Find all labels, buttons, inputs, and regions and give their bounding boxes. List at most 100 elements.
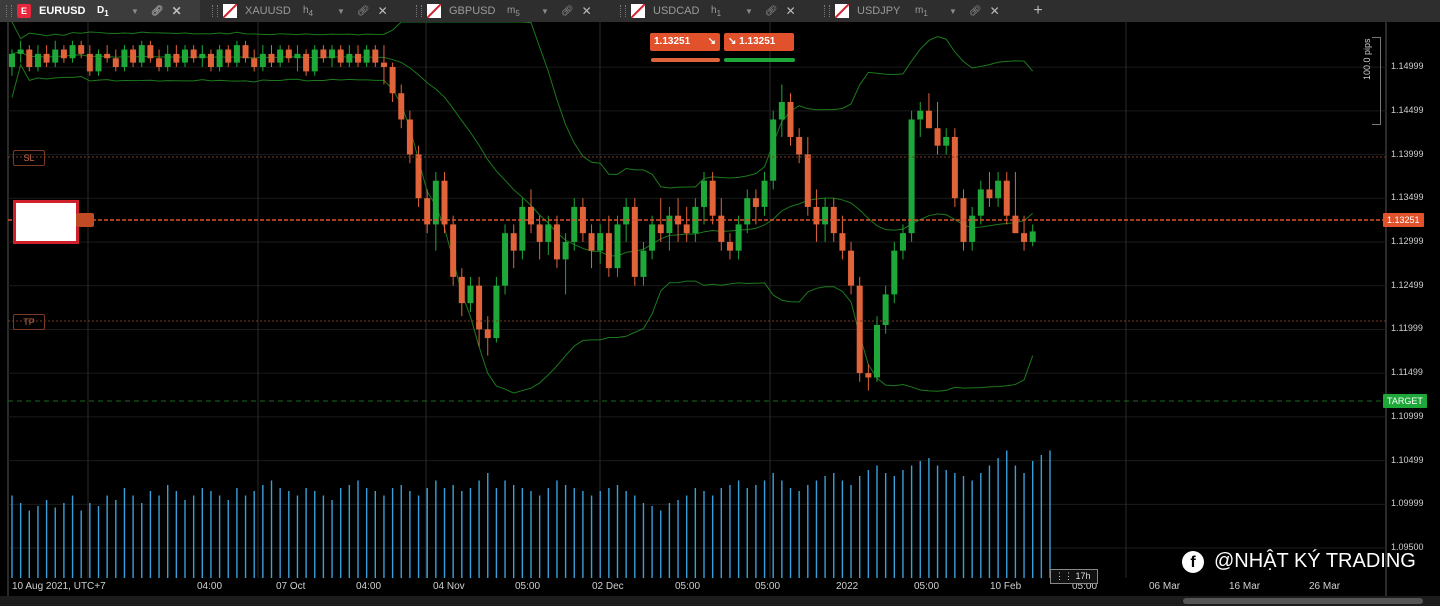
timeframe-multiplier: 4 — [308, 8, 314, 18]
eurusd-symbol-icon: E — [17, 4, 31, 18]
chevron-down-icon[interactable]: ▼ — [745, 7, 753, 16]
candle-body — [207, 53, 214, 67]
chevron-down-icon[interactable]: ▼ — [131, 7, 139, 16]
lock-icon[interactable] — [76, 213, 94, 227]
chart-background — [0, 22, 1440, 606]
candle-body — [588, 233, 595, 251]
timeframe-selector[interactable]: D1 — [97, 5, 131, 18]
chevron-down-icon[interactable]: ▼ — [337, 7, 345, 16]
link-icon[interactable]: 🔗︎ — [357, 6, 370, 17]
candle-body — [138, 45, 145, 63]
candle-body — [95, 53, 102, 72]
candle-body — [649, 224, 656, 251]
buy-arrow-icon: ↘ — [728, 36, 737, 47]
candle-body — [882, 294, 889, 325]
candle-body — [614, 224, 621, 269]
candle-body — [415, 154, 422, 199]
candle-body — [856, 285, 863, 374]
candle-body — [285, 49, 292, 59]
tab-usdcad[interactable]: USDCAD h1 ▼ 🔗︎ ✕ — [614, 0, 814, 22]
candle-body — [899, 233, 906, 251]
target-tag[interactable]: TARGET — [1383, 394, 1427, 408]
timeframe-selector[interactable]: m5 — [507, 5, 541, 18]
price-level-label: 1.09999 — [1391, 498, 1424, 509]
candle-body — [701, 180, 707, 207]
candle-body — [839, 233, 846, 251]
candle-body — [545, 224, 552, 242]
candle-body — [951, 136, 958, 199]
drag-handle-icon[interactable] — [620, 5, 626, 17]
candle-body — [761, 180, 768, 207]
candle-body — [874, 324, 880, 378]
tab-symbol: EURUSD — [39, 5, 86, 17]
candle-body — [86, 53, 93, 72]
time-axis-label: 26 Mar — [1309, 581, 1341, 592]
grip-icon: ⋮⋮ — [1055, 571, 1076, 581]
time-axis-label: 04:00 — [356, 581, 382, 592]
drag-handle-icon[interactable] — [416, 5, 422, 17]
tab-usdjpy[interactable]: USDJPY m1 ▼ 🔗︎ ✕ — [818, 0, 1022, 22]
time-axis-label: 06 Mar — [1149, 581, 1181, 592]
candle-body — [891, 250, 898, 295]
order-box[interactable] — [13, 200, 79, 244]
candle-body — [355, 53, 361, 63]
drag-handle-icon[interactable] — [824, 5, 830, 17]
candle-body — [657, 224, 664, 234]
candle-body — [519, 206, 526, 251]
close-icon[interactable]: ✕ — [172, 4, 182, 18]
timeframe-selector[interactable]: h4 — [303, 5, 337, 18]
pip-range-bracket — [1372, 37, 1381, 125]
candle-body — [60, 49, 67, 59]
buy-button[interactable]: ↘ 1.13251 — [724, 33, 794, 51]
candle-body — [770, 119, 777, 181]
tp-tag[interactable]: TP — [13, 314, 45, 330]
price-level-label: 1.10999 — [1391, 410, 1424, 421]
link-icon[interactable]: 🔗︎ — [151, 6, 164, 17]
candle-body — [294, 53, 301, 59]
drag-handle-icon[interactable] — [212, 5, 218, 17]
candle-body — [502, 233, 509, 286]
drag-handle-icon[interactable] — [6, 5, 12, 17]
candle-body — [787, 101, 794, 137]
tab-xauusd[interactable]: XAUUSD h4 ▼ 🔗︎ ✕ — [206, 0, 406, 22]
watermark: f @NHẬT KÝ TRADING — [1182, 550, 1416, 573]
tab-eurusd[interactable]: E EURUSD D1 ▼ 🔗︎ ✕ — [0, 0, 200, 22]
candle-body — [778, 101, 785, 120]
candle-body — [104, 53, 111, 59]
candle-body — [337, 49, 344, 63]
candle-body — [432, 180, 439, 225]
candle-body — [130, 49, 137, 63]
candle-body — [233, 45, 240, 63]
close-icon[interactable]: ✕ — [378, 4, 388, 18]
chevron-down-icon[interactable]: ▼ — [949, 7, 957, 16]
candle-body — [398, 93, 405, 120]
tab-gbpusd[interactable]: GBPUSD m5 ▼ 🔗︎ ✕ — [410, 0, 610, 22]
scrollbar-thumb[interactable] — [1183, 598, 1423, 604]
sl-tag[interactable]: SL — [13, 150, 45, 166]
price-level-label: 1.11499 — [1391, 367, 1423, 378]
candle-body — [303, 53, 310, 72]
buy-price: 1.13251 — [739, 36, 776, 47]
candle-body — [251, 58, 258, 67]
candle-body — [363, 49, 370, 63]
link-icon[interactable]: 🔗︎ — [765, 6, 778, 17]
sell-button[interactable]: 1.13251 ↘ — [650, 33, 720, 51]
close-icon[interactable]: ✕ — [582, 4, 592, 18]
timeframe-selector[interactable]: m1 — [915, 5, 949, 18]
candle-body — [1029, 231, 1036, 242]
candle-body — [683, 224, 690, 234]
price-level-label: 1.13499 — [1391, 192, 1424, 203]
link-icon[interactable]: 🔗︎ — [561, 6, 574, 17]
timeframe-multiplier: 1 — [104, 8, 109, 18]
candle-body — [320, 49, 327, 59]
link-icon[interactable]: 🔗︎ — [969, 6, 982, 17]
close-icon[interactable]: ✕ — [786, 4, 796, 18]
price-chart[interactable] — [0, 22, 1440, 606]
timeframe-selector[interactable]: h1 — [711, 5, 745, 18]
candle-body — [943, 136, 950, 146]
add-tab-button[interactable]: + — [1030, 0, 1046, 22]
chevron-down-icon[interactable]: ▼ — [541, 7, 549, 16]
candle-body — [726, 241, 733, 251]
close-icon[interactable]: ✕ — [990, 4, 1000, 18]
time-axis-label: 05:00 — [914, 581, 940, 592]
